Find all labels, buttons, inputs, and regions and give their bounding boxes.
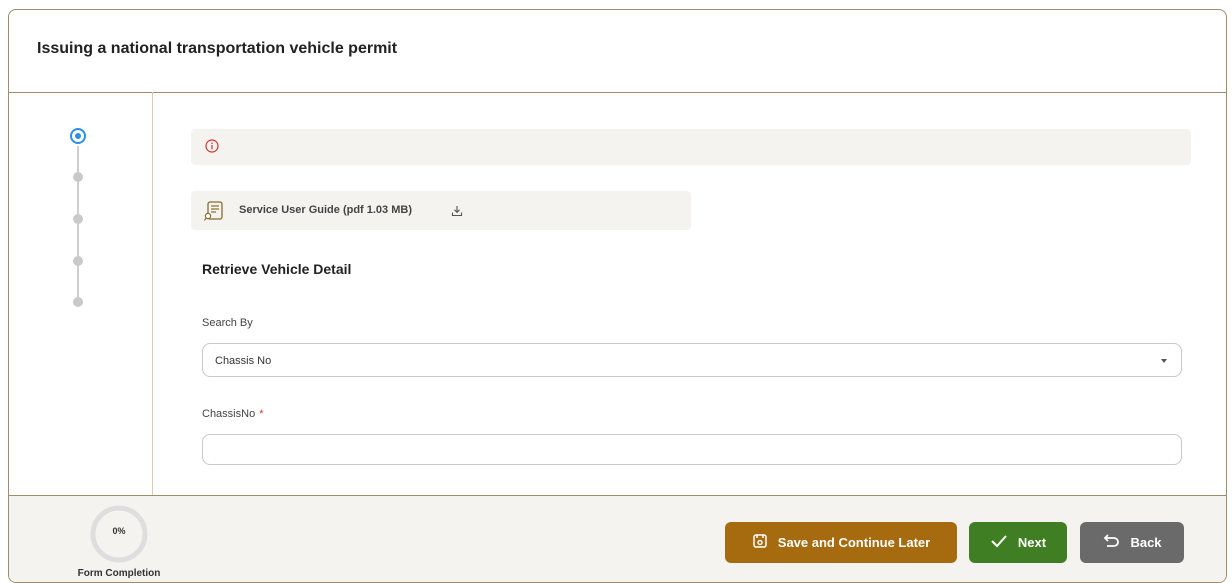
step-3[interactable]	[73, 214, 83, 224]
next-button-label: Next	[1017, 535, 1047, 550]
step-1-active[interactable]	[70, 128, 86, 144]
search-by-label: Search By	[202, 317, 253, 329]
guide-label[interactable]: Service User Guide (pdf 1.03 MB)	[239, 204, 412, 216]
download-icon[interactable]	[451, 204, 463, 222]
save-icon	[752, 533, 768, 552]
step-indicator	[9, 92, 153, 495]
back-arrow-icon	[1102, 534, 1120, 551]
next-button[interactable]: Next	[969, 522, 1067, 563]
service-form-card: Issuing a national transportation vehicl…	[8, 9, 1227, 583]
step-connector-line	[77, 146, 79, 306]
info-icon	[205, 139, 219, 158]
required-mark: *	[259, 408, 264, 420]
progress-label: Form Completion	[77, 568, 161, 579]
progress-percent: 0%	[112, 526, 126, 536]
back-button-label: Back	[1130, 535, 1162, 550]
save-and-continue-later-button[interactable]: Save and Continue Later	[725, 522, 957, 563]
info-alert	[191, 129, 1191, 165]
back-button[interactable]: Back	[1080, 522, 1184, 563]
step-4[interactable]	[73, 256, 83, 266]
chassis-no-label: ChassisNo *	[202, 408, 263, 420]
page-title: Issuing a national transportation vehicl…	[37, 40, 398, 57]
chassis-no-label-text: ChassisNo	[202, 408, 256, 420]
chassis-no-input[interactable]	[202, 434, 1182, 465]
step-2[interactable]	[73, 172, 83, 182]
document-icon	[203, 200, 225, 227]
save-button-label: Save and Continue Later	[777, 535, 931, 550]
service-user-guide-link[interactable]: Service User Guide (pdf 1.03 MB)	[191, 191, 691, 230]
step-5[interactable]	[73, 297, 83, 307]
check-icon	[990, 534, 1008, 551]
form-footer: 0% Form Completion Save and Continue Lat…	[9, 495, 1226, 582]
search-by-value: Chassis No	[215, 355, 272, 367]
form-header: Issuing a national transportation vehicl…	[9, 10, 1226, 93]
search-by-select[interactable]: Chassis No	[202, 343, 1182, 377]
section-title: Retrieve Vehicle Detail	[202, 261, 352, 277]
chevron-down-icon	[1161, 359, 1167, 363]
